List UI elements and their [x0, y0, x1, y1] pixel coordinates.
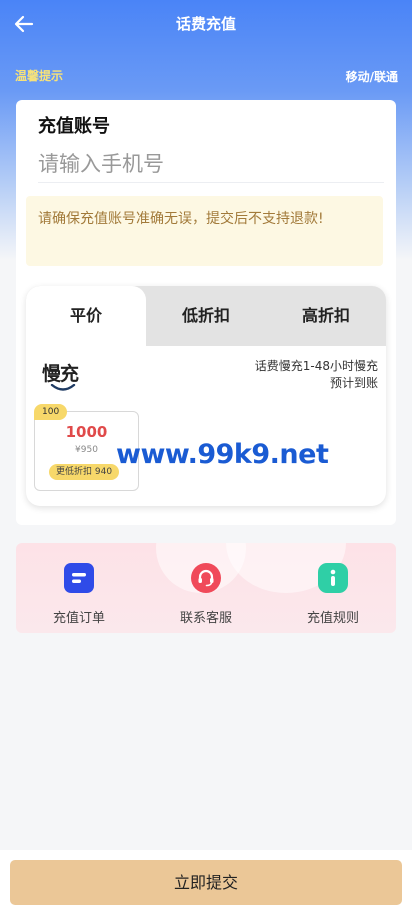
tip-label[interactable]: 温馨提示 [15, 67, 63, 84]
smile-icon [50, 384, 76, 391]
phone-input[interactable] [38, 146, 384, 183]
page-title: 话费充值 [175, 15, 236, 33]
product-panel: 平价 低折扣 高折扣 慢充 话费慢充1-48小时慢充 预计到账 100 1000… [26, 286, 386, 506]
service-rules-label: 充值规则 [306, 611, 359, 626]
headset-icon [191, 563, 221, 593]
service-rules[interactable]: 充值规则 [270, 543, 396, 633]
services-bar: 充值订单 联系客服 充值规则 [16, 543, 396, 633]
tab-low-discount[interactable]: 低折扣 [146, 286, 266, 346]
warning-box: 请确保充值账号准确无误，提交后不支持退款! [26, 196, 383, 266]
order-icon [64, 563, 94, 593]
delivery-note-line2: 预计到账 [329, 376, 378, 390]
package-badge: 100 [34, 404, 68, 420]
discount-tabs: 平价 低折扣 高折扣 [26, 286, 386, 346]
tab-flat-price[interactable]: 平价 [26, 286, 146, 346]
tab-high-discount[interactable]: 高折扣 [266, 286, 386, 346]
account-label: 充值账号 [38, 116, 110, 137]
package-discount-tag: 更低折扣 940 [49, 464, 120, 480]
header: 话费充值 [0, 0, 412, 46]
info-icon [318, 563, 348, 593]
submit-button[interactable]: 立即提交 [10, 860, 402, 905]
delivery-note-line1: 话费慢充1-48小时慢充 [254, 359, 378, 373]
slow-charge-brand: 慢充 [42, 363, 79, 385]
bottom-bar: 立即提交 [0, 850, 412, 915]
service-orders[interactable]: 充值订单 [16, 543, 142, 633]
service-orders-label: 充值订单 [52, 611, 105, 626]
delivery-note: 话费慢充1-48小时慢充 预计到账 [255, 358, 378, 392]
carrier-label: 移动/联通 [345, 70, 398, 84]
service-support-label: 联系客服 [179, 611, 232, 626]
service-support[interactable]: 联系客服 [143, 543, 269, 633]
warning-text: 请确保充值账号准确无误，提交后不支持退款! [38, 211, 324, 227]
recharge-card: 充值账号 请确保充值账号准确无误，提交后不支持退款! 平价 低折扣 高折扣 慢充… [16, 100, 396, 525]
slow-charge-logo: 慢充 [42, 359, 86, 393]
watermark: www.99k9.net [116, 439, 329, 470]
